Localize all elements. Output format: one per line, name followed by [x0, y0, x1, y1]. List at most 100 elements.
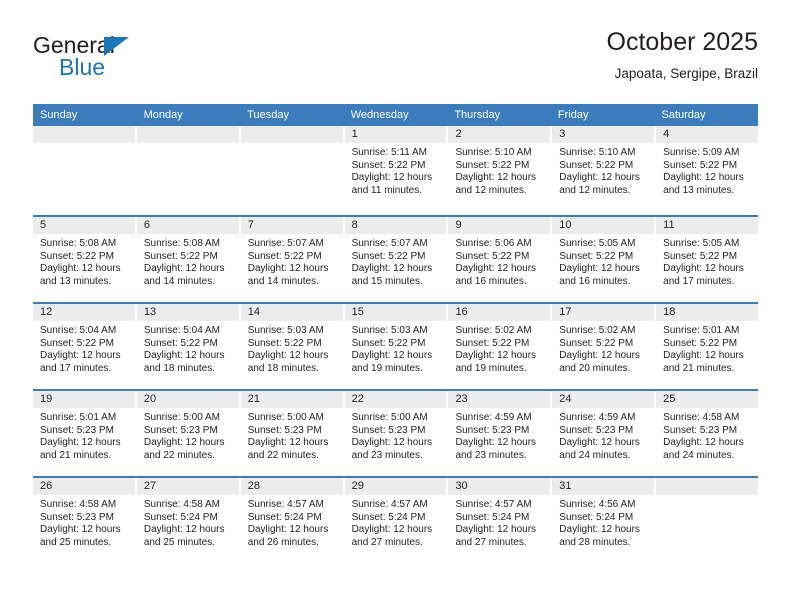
- daylight-text-line2: and 14 minutes.: [143, 275, 216, 287]
- day-cell[interactable]: 11 Sunrise: 5:05 AM Sunset: 5:22 PM Dayl…: [656, 217, 759, 302]
- day-number: 9: [448, 217, 551, 234]
- day-cell[interactable]: 3 Sunrise: 5:10 AM Sunset: 5:22 PM Dayli…: [552, 126, 657, 215]
- day-number: 20: [136, 391, 239, 408]
- day-details: Sunrise: 5:02 AM Sunset: 5:22 PM Dayligh…: [448, 321, 550, 375]
- sunrise-text: Sunrise: 5:01 AM: [663, 325, 740, 336]
- daylight-text-line2: and 24 minutes.: [663, 449, 735, 461]
- day-number: [240, 126, 343, 143]
- daylight-text-line2: and 27 minutes.: [455, 536, 527, 548]
- daylight-text-line1: Daylight: 12 hours: [559, 263, 640, 275]
- weekday-header-wednesday: Wednesday: [350, 109, 409, 121]
- day-cell[interactable]: [656, 478, 759, 563]
- day-cell[interactable]: 6 Sunrise: 5:08 AM Sunset: 5:22 PM Dayli…: [136, 217, 241, 302]
- sunset-text: Sunset: 5:23 PM: [559, 424, 634, 436]
- day-cell[interactable]: 14 Sunrise: 5:03 AM Sunset: 5:22 PM Dayl…: [240, 304, 345, 389]
- day-cell[interactable]: 28 Sunrise: 4:57 AM Sunset: 5:24 PM Dayl…: [240, 478, 345, 563]
- daylight-text-line1: Daylight: 12 hours: [559, 437, 640, 449]
- day-cell[interactable]: 12 Sunrise: 5:04 AM Sunset: 5:22 PM Dayl…: [33, 304, 137, 389]
- day-number: 8: [344, 217, 447, 234]
- day-cell[interactable]: 20 Sunrise: 5:00 AM Sunset: 5:23 PM Dayl…: [136, 391, 241, 476]
- day-cell[interactable]: 10 Sunrise: 5:05 AM Sunset: 5:22 PM Dayl…: [552, 217, 657, 302]
- sunrise-text: Sunrise: 5:07 AM: [351, 238, 428, 249]
- day-cell[interactable]: 13 Sunrise: 5:04 AM Sunset: 5:22 PM Dayl…: [136, 304, 241, 389]
- daylight-text-line1: Daylight: 12 hours: [143, 350, 225, 362]
- day-number: 25: [656, 391, 759, 408]
- day-cell[interactable]: [240, 126, 345, 215]
- generalblue-logo[interactable]: General Blue: [33, 32, 273, 92]
- day-cell[interactable]: 25 Sunrise: 4:58 AM Sunset: 5:23 PM Dayl…: [656, 391, 759, 476]
- sunrise-text: Sunrise: 4:58 AM: [143, 499, 221, 510]
- day-number: 22: [344, 391, 447, 408]
- day-cell[interactable]: 31 Sunrise: 4:56 AM Sunset: 5:24 PM Dayl…: [552, 478, 657, 563]
- day-cell[interactable]: 18 Sunrise: 5:01 AM Sunset: 5:22 PM Dayl…: [656, 304, 759, 389]
- day-cell[interactable]: 27 Sunrise: 4:58 AM Sunset: 5:24 PM Dayl…: [136, 478, 241, 563]
- day-number: 29: [344, 478, 447, 495]
- sunset-text: Sunset: 5:22 PM: [455, 337, 530, 349]
- day-cell[interactable]: 24 Sunrise: 4:59 AM Sunset: 5:23 PM Dayl…: [552, 391, 657, 476]
- day-details: Sunrise: 4:57 AM Sunset: 5:24 PM Dayligh…: [448, 495, 550, 549]
- daylight-text-line1: Daylight: 12 hours: [455, 350, 537, 362]
- daylight-text-line1: Daylight: 12 hours: [247, 524, 329, 536]
- day-cell[interactable]: 21 Sunrise: 5:00 AM Sunset: 5:23 PM Dayl…: [240, 391, 345, 476]
- day-cell[interactable]: 16 Sunrise: 5:02 AM Sunset: 5:22 PM Dayl…: [448, 304, 553, 389]
- day-number: 26: [33, 478, 135, 495]
- day-details: Sunrise: 4:58 AM Sunset: 5:23 PM Dayligh…: [33, 495, 135, 549]
- sunset-text: Sunset: 5:22 PM: [559, 159, 634, 171]
- calendar-week-row: 5 Sunrise: 5:08 AM Sunset: 5:22 PM Dayli…: [33, 215, 759, 302]
- daylight-text-line1: Daylight: 12 hours: [559, 350, 640, 362]
- day-cell[interactable]: 4 Sunrise: 5:09 AM Sunset: 5:22 PM Dayli…: [656, 126, 759, 215]
- day-cell[interactable]: 1 Sunrise: 5:11 AM Sunset: 5:22 PM Dayli…: [344, 126, 449, 215]
- daylight-text-line2: and 23 minutes.: [351, 449, 423, 461]
- day-number: 24: [552, 391, 655, 408]
- daylight-text-line2: and 28 minutes.: [559, 536, 631, 548]
- sunset-text: Sunset: 5:24 PM: [351, 511, 426, 523]
- title-block: October 2025 Japoata, Sergipe, Brazil: [607, 26, 759, 84]
- weekday-header-thursday: Thursday: [454, 109, 501, 121]
- day-cell[interactable]: 7 Sunrise: 5:07 AM Sunset: 5:22 PM Dayli…: [240, 217, 345, 302]
- day-number: 11: [656, 217, 759, 234]
- sunset-text: Sunset: 5:22 PM: [143, 337, 218, 349]
- daylight-text-line2: and 27 minutes.: [351, 536, 423, 548]
- day-details: Sunrise: 4:57 AM Sunset: 5:24 PM Dayligh…: [241, 495, 343, 549]
- day-cell[interactable]: 9 Sunrise: 5:06 AM Sunset: 5:22 PM Dayli…: [448, 217, 553, 302]
- day-cell[interactable]: 8 Sunrise: 5:07 AM Sunset: 5:22 PM Dayli…: [344, 217, 449, 302]
- calendar-week-row: 19 Sunrise: 5:01 AM Sunset: 5:23 PM Dayl…: [33, 389, 759, 476]
- day-cell[interactable]: [136, 126, 241, 215]
- day-cell[interactable]: 5 Sunrise: 5:08 AM Sunset: 5:22 PM Dayli…: [33, 217, 137, 302]
- daylight-text-line2: and 26 minutes.: [247, 536, 319, 548]
- day-cell[interactable]: 2 Sunrise: 5:10 AM Sunset: 5:22 PM Dayli…: [448, 126, 553, 215]
- day-details: Sunrise: 5:07 AM Sunset: 5:22 PM Dayligh…: [345, 234, 447, 288]
- day-details: Sunrise: 5:03 AM Sunset: 5:22 PM Dayligh…: [241, 321, 343, 375]
- sunrise-text: Sunrise: 4:58 AM: [663, 412, 740, 423]
- day-details: Sunrise: 5:10 AM Sunset: 5:22 PM Dayligh…: [552, 143, 654, 197]
- day-details: [656, 495, 758, 499]
- sunrise-text: Sunrise: 5:04 AM: [40, 325, 117, 336]
- sunrise-text: Sunrise: 4:56 AM: [559, 499, 636, 510]
- day-cell[interactable]: 17 Sunrise: 5:02 AM Sunset: 5:22 PM Dayl…: [552, 304, 657, 389]
- daylight-text-line1: Daylight: 12 hours: [663, 263, 744, 275]
- day-cell[interactable]: 22 Sunrise: 5:00 AM Sunset: 5:23 PM Dayl…: [344, 391, 449, 476]
- sunset-text: Sunset: 5:22 PM: [143, 250, 218, 262]
- day-details: Sunrise: 4:58 AM Sunset: 5:23 PM Dayligh…: [656, 408, 758, 462]
- daylight-text-line2: and 25 minutes.: [40, 536, 112, 548]
- day-details: Sunrise: 5:04 AM Sunset: 5:22 PM Dayligh…: [137, 321, 239, 375]
- day-cell[interactable]: 23 Sunrise: 4:59 AM Sunset: 5:23 PM Dayl…: [448, 391, 553, 476]
- day-details: Sunrise: 5:01 AM Sunset: 5:22 PM Dayligh…: [656, 321, 758, 375]
- weekday-header-friday: Friday: [557, 109, 589, 121]
- day-number: 6: [136, 217, 239, 234]
- daylight-text-line2: and 19 minutes.: [351, 362, 423, 374]
- day-cell[interactable]: 30 Sunrise: 4:57 AM Sunset: 5:24 PM Dayl…: [448, 478, 553, 563]
- day-number: 7: [240, 217, 343, 234]
- day-cell[interactable]: 15 Sunrise: 5:03 AM Sunset: 5:22 PM Dayl…: [344, 304, 449, 389]
- day-number: [656, 478, 759, 495]
- day-cell[interactable]: [33, 126, 137, 215]
- daylight-text-line1: Daylight: 12 hours: [247, 350, 329, 362]
- day-details: Sunrise: 5:01 AM Sunset: 5:23 PM Dayligh…: [33, 408, 135, 462]
- day-cell[interactable]: 29 Sunrise: 4:57 AM Sunset: 5:24 PM Dayl…: [344, 478, 449, 563]
- day-cell[interactable]: 26 Sunrise: 4:58 AM Sunset: 5:23 PM Dayl…: [33, 478, 137, 563]
- sunset-text: Sunset: 5:22 PM: [351, 159, 426, 171]
- day-number: 31: [552, 478, 655, 495]
- daylight-text-line2: and 22 minutes.: [143, 449, 216, 461]
- day-cell[interactable]: 19 Sunrise: 5:01 AM Sunset: 5:23 PM Dayl…: [33, 391, 137, 476]
- daylight-text-line1: Daylight: 12 hours: [351, 437, 433, 449]
